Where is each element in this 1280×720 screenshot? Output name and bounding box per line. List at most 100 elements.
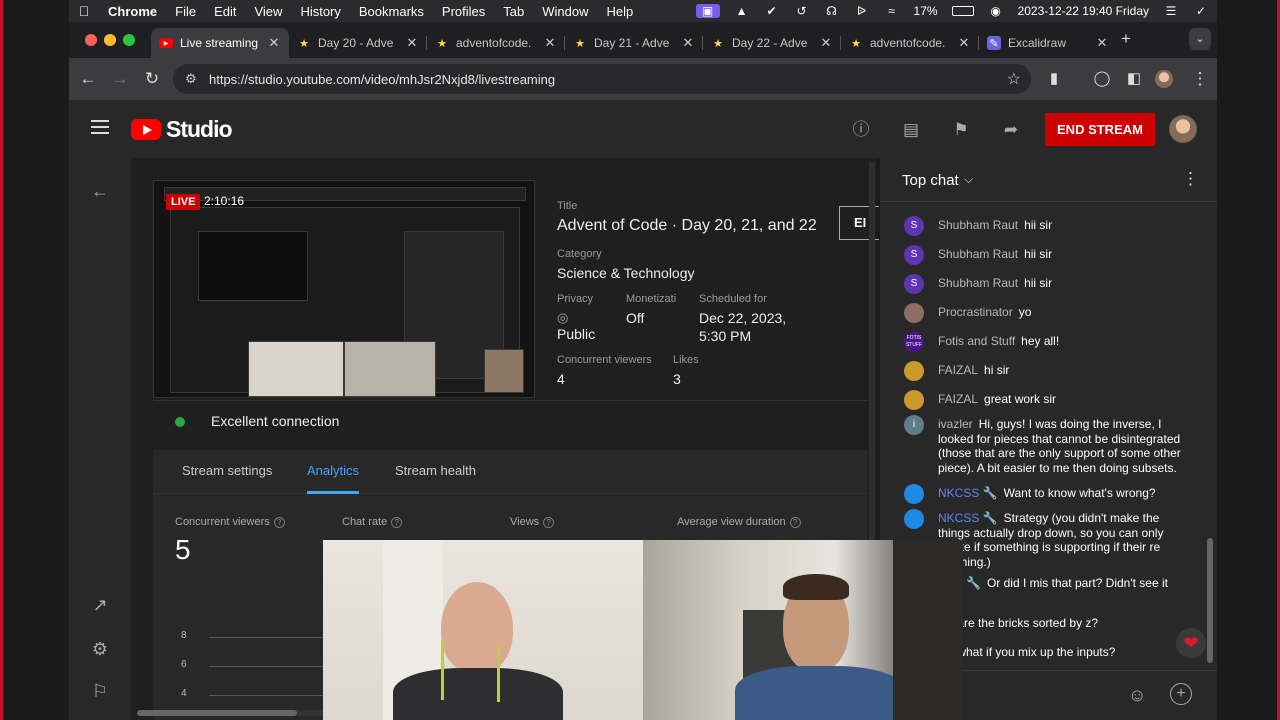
- menu-window[interactable]: Window: [533, 4, 597, 19]
- channel-avatar[interactable]: [1169, 115, 1197, 143]
- hamburger-menu-icon[interactable]: [91, 120, 109, 134]
- tab-stream-settings[interactable]: Stream settings: [182, 463, 272, 478]
- minimize-window-button[interactable]: [104, 34, 116, 46]
- settings-gear-icon[interactable]: ⚙: [89, 638, 111, 660]
- chat-author-avatar[interactable]: S: [904, 245, 924, 265]
- bluetooth-icon[interactable]: ᐉ: [854, 4, 870, 18]
- menu-profiles[interactable]: Profiles: [433, 4, 494, 19]
- back-icon[interactable]: ←: [77, 68, 99, 90]
- youtube-logo-icon[interactable]: [131, 119, 161, 140]
- tab-analytics[interactable]: Analytics: [307, 463, 359, 478]
- chat-message[interactable]: Procrastinator yo: [904, 303, 1194, 323]
- tab-stream-health[interactable]: Stream health: [395, 463, 476, 478]
- share-icon[interactable]: ➦: [1001, 120, 1021, 140]
- chat-author-name[interactable]: Shubham Raut: [938, 247, 1018, 261]
- stream-preview-video[interactable]: LIVE 2:10:16: [153, 180, 535, 398]
- external-link-icon[interactable]: ↗: [89, 594, 111, 616]
- chat-author-name[interactable]: FAIZAL: [938, 363, 978, 377]
- chat-message[interactable]: FAIZAL hi sir: [904, 361, 1194, 381]
- emoji-icon[interactable]: ☺: [1128, 685, 1146, 706]
- chat-author-avatar[interactable]: [904, 303, 924, 323]
- wifi-icon[interactable]: ≈: [884, 4, 900, 18]
- tab-live-streaming[interactable]: ▶ Live streaming ✕: [151, 28, 289, 58]
- menu-app-name[interactable]: Chrome: [99, 4, 166, 19]
- chat-author-name[interactable]: Shubham Raut: [938, 276, 1018, 290]
- browser-menu-icon[interactable]: ⋮: [1189, 68, 1211, 90]
- close-tab-icon[interactable]: ✕: [819, 35, 833, 51]
- end-stream-button[interactable]: END STREAM: [1045, 113, 1155, 146]
- chat-mode-selector[interactable]: Top chat: [902, 172, 959, 189]
- chat-scrollbar[interactable]: [1207, 538, 1213, 663]
- battery-icon[interactable]: [951, 6, 974, 16]
- menu-file[interactable]: File: [166, 4, 205, 19]
- close-tab-icon[interactable]: ✕: [1095, 35, 1109, 51]
- new-tab-icon[interactable]: +: [1115, 28, 1137, 50]
- chat-author-avatar[interactable]: S: [904, 216, 924, 236]
- chat-message[interactable]: FOTIS STUFF Fotis and Stuff hey all!: [904, 332, 1194, 352]
- apple-icon[interactable]: : [69, 3, 99, 19]
- tab-day-22[interactable]: ★ Day 22 - Adve ✕: [703, 28, 841, 58]
- flame-icon[interactable]: ▲: [734, 4, 750, 18]
- siri-icon[interactable]: ✓: [1193, 4, 1209, 18]
- tab-excalidraw[interactable]: ✎ Excalidraw ✕: [979, 28, 1117, 58]
- chat-author-name[interactable]: Procrastinator: [938, 305, 1013, 319]
- menu-clock[interactable]: 2023-12-22 19:40 Friday: [1018, 4, 1149, 18]
- heart-reaction-icon[interactable]: ❤: [1176, 628, 1206, 658]
- chat-author-avatar[interactable]: i: [904, 415, 924, 435]
- add-icon[interactable]: +: [1170, 683, 1192, 705]
- menu-history[interactable]: History: [291, 4, 349, 19]
- chat-message[interactable]: S Shubham Raut hii sir: [904, 216, 1194, 236]
- zoom-window-button[interactable]: [123, 34, 135, 46]
- site-info-icon[interactable]: ⚙: [185, 71, 197, 87]
- tab-search-icon[interactable]: ⌄: [1189, 28, 1211, 50]
- menu-view[interactable]: View: [245, 4, 291, 19]
- close-tab-icon[interactable]: ✕: [957, 35, 971, 51]
- clapperboard-icon[interactable]: ▤: [901, 120, 921, 140]
- chat-author-name[interactable]: NKCSS 🔧: [938, 486, 998, 500]
- side-panel-icon[interactable]: ◧: [1123, 68, 1145, 90]
- monetization-icon[interactable]: ⓘ: [851, 120, 871, 140]
- bookmark-star-icon[interactable]: ☆: [1007, 69, 1021, 89]
- tab-day-21[interactable]: ★ Day 21 - Adve ✕: [565, 28, 703, 58]
- checkmark-icon[interactable]: ✔: [764, 4, 780, 18]
- tab-adventofcode-1[interactable]: ★ adventofcode. ✕: [427, 28, 565, 58]
- close-tab-icon[interactable]: ✕: [681, 35, 695, 51]
- chat-message[interactable]: S Shubham Raut hii sir: [904, 245, 1194, 265]
- chat-author-avatar[interactable]: FOTIS STUFF: [904, 332, 924, 352]
- bookmark-icon[interactable]: ⚑: [951, 120, 971, 140]
- close-tab-icon[interactable]: ✕: [405, 35, 419, 51]
- chat-author-avatar[interactable]: [904, 361, 924, 381]
- chat-author-name[interactable]: ivazler: [938, 417, 973, 431]
- extension-icon[interactable]: ◯: [1091, 68, 1113, 90]
- tab-adventofcode-2[interactable]: ★ adventofcode. ✕: [841, 28, 979, 58]
- screen-share-icon[interactable]: ▣: [695, 4, 720, 18]
- chat-message[interactable]: S Shubham Raut hii sir: [904, 274, 1194, 294]
- menu-help[interactable]: Help: [598, 4, 643, 19]
- time-machine-icon[interactable]: ↺: [794, 4, 810, 18]
- close-tab-icon[interactable]: ✕: [267, 35, 281, 51]
- profile-avatar[interactable]: [1155, 70, 1173, 88]
- chat-message[interactable]: NKCSS 🔧 Want to know what's wrong?: [904, 484, 1194, 504]
- chat-author-name[interactable]: Fotis and Stuff: [938, 334, 1015, 348]
- chat-author-name[interactable]: Shubham Raut: [938, 218, 1018, 232]
- menu-edit[interactable]: Edit: [205, 4, 245, 19]
- chat-message[interactable]: FAIZAL great work sir: [904, 390, 1194, 410]
- close-tab-icon[interactable]: ✕: [543, 35, 557, 51]
- chat-message[interactable]: i ivazler Hi, guys! I was doing the invers…: [904, 415, 1194, 475]
- studio-brand[interactable]: Studio: [166, 116, 233, 143]
- chevron-down-icon[interactable]: ⌵: [964, 172, 973, 187]
- reload-icon[interactable]: ↻: [141, 68, 163, 90]
- headphones-icon[interactable]: ☊: [824, 4, 840, 18]
- feedback-icon[interactable]: ⚐: [89, 680, 111, 702]
- chat-author-name[interactable]: FAIZAL: [938, 392, 978, 406]
- address-bar[interactable]: ⚙ https://studio.youtube.com/video/mhJsr…: [173, 64, 1031, 94]
- control-center-icon[interactable]: ☰: [1163, 4, 1179, 18]
- extensions-icon[interactable]: ▮: [1043, 68, 1065, 90]
- chat-author-avatar[interactable]: [904, 484, 924, 504]
- chat-author-avatar[interactable]: [904, 390, 924, 410]
- chat-author-name[interactable]: NKCSS 🔧: [938, 511, 998, 525]
- user-account-icon[interactable]: ◉: [988, 4, 1004, 18]
- forward-icon[interactable]: →: [109, 68, 131, 90]
- menu-tab[interactable]: Tab: [494, 4, 533, 19]
- more-options-icon[interactable]: ⋮: [1182, 169, 1199, 189]
